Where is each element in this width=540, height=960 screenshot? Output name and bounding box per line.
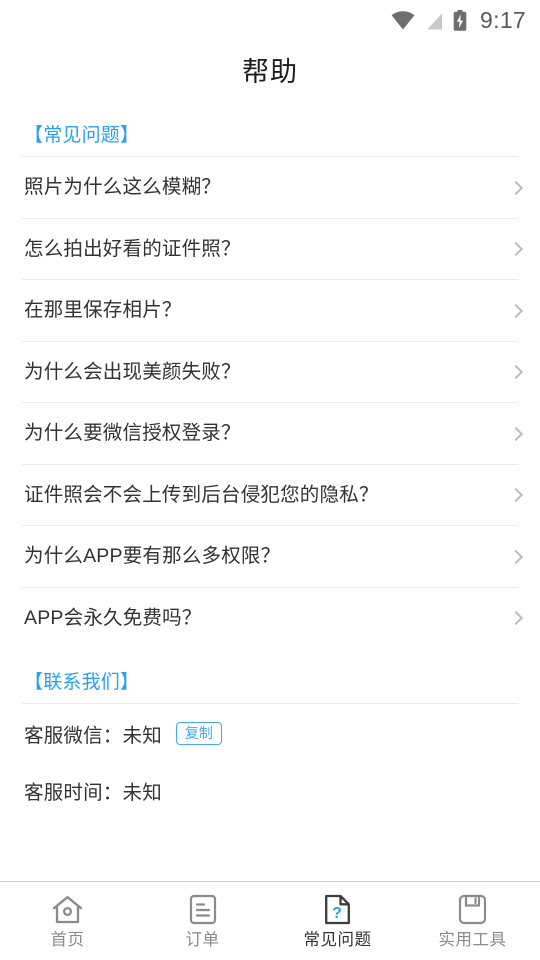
signal-off-icon — [424, 10, 444, 30]
faq-item-6[interactable]: 为什么APP要有那么多权限？ — [0, 526, 540, 588]
tab-faq-label: 常见问题 — [303, 931, 372, 950]
tab-home[interactable]: 首页 — [0, 882, 135, 960]
svg-text:?: ? — [332, 905, 342, 922]
order-document-icon — [189, 893, 217, 925]
help-screen: 9:17 帮助 【常见问题】 照片为什么这么模糊？ 怎么拍出好看的证件照？ 在那… — [0, 0, 540, 960]
faq-item-5[interactable]: 证件照会不会上传到后台侵犯您的隐私？ — [0, 464, 540, 526]
faq-item-label: APP会永久免费吗？ — [24, 606, 202, 629]
faq-item-2[interactable]: 在那里保存相片？ — [0, 280, 540, 342]
chevron-right-icon — [510, 612, 522, 624]
tab-orders[interactable]: 订单 — [135, 882, 270, 960]
chevron-right-icon — [510, 428, 522, 440]
faq-section-heading: 【常见问题】 — [24, 125, 140, 146]
faq-item-1[interactable]: 怎么拍出好看的证件照？ — [0, 218, 540, 280]
tab-orders-label: 订单 — [185, 931, 220, 950]
bottom-tab-bar: 首页 订单 ? 常见问题 实用工具 — [0, 881, 540, 960]
faq-item-3[interactable]: 为什么会出现美颜失败？ — [0, 341, 540, 403]
faq-item-label: 证件照会不会上传到后台侵犯您的隐私？ — [24, 483, 379, 506]
faq-item-label: 为什么APP要有那么多权限？ — [24, 545, 281, 567]
contact-hours-label: 客服时间：未知 — [24, 781, 162, 804]
faq-item-7[interactable]: APP会永久免费吗？ — [0, 587, 540, 649]
faq-question-document-icon: ? — [324, 893, 351, 925]
faq-item-label: 在那里保存相片？ — [24, 299, 182, 321]
chevron-right-icon — [510, 182, 522, 194]
wifi-icon — [391, 10, 415, 30]
faq-item-label: 为什么会出现美颜失败？ — [24, 360, 241, 383]
tab-faq[interactable]: ? 常见问题 — [270, 882, 405, 960]
floppy-save-icon — [458, 893, 487, 925]
contact-wechat-row: 客服微信：未知 复制 — [0, 704, 540, 762]
title-bar: 帮助 — [0, 40, 540, 98]
faq-item-label: 怎么拍出好看的证件照？ — [24, 237, 241, 260]
contact-wechat-label: 客服微信：未知 — [24, 724, 162, 747]
battery-charging-icon — [453, 9, 467, 31]
faq-item-0[interactable]: 照片为什么这么模糊？ — [0, 157, 540, 219]
contact-hours-row: 客服时间：未知 — [0, 762, 540, 818]
chevron-right-icon — [510, 243, 522, 255]
chevron-right-icon — [510, 551, 522, 563]
status-bar: 9:17 — [0, 0, 540, 40]
tab-tools-label: 实用工具 — [438, 931, 507, 950]
contact-section-heading: 【联系我们】 — [24, 672, 140, 693]
faq-item-label: 照片为什么这么模糊？ — [24, 176, 222, 198]
faq-item-label: 为什么要微信授权登录？ — [24, 422, 241, 444]
faq-item-4[interactable]: 为什么要微信授权登录？ — [0, 403, 540, 465]
chevron-right-icon — [510, 489, 522, 501]
status-time: 9:17 — [480, 6, 526, 33]
content-scroll[interactable]: 【常见问题】 照片为什么这么模糊？ 怎么拍出好看的证件照？ 在那里保存相片？ 为… — [0, 98, 540, 881]
chevron-right-icon — [510, 305, 522, 317]
copy-button[interactable]: 复制 — [175, 721, 222, 745]
tab-home-label: 首页 — [50, 931, 85, 950]
tab-tools[interactable]: 实用工具 — [405, 882, 540, 960]
page-title: 帮助 — [242, 56, 298, 87]
home-icon — [52, 893, 83, 925]
chevron-right-icon — [510, 366, 522, 378]
